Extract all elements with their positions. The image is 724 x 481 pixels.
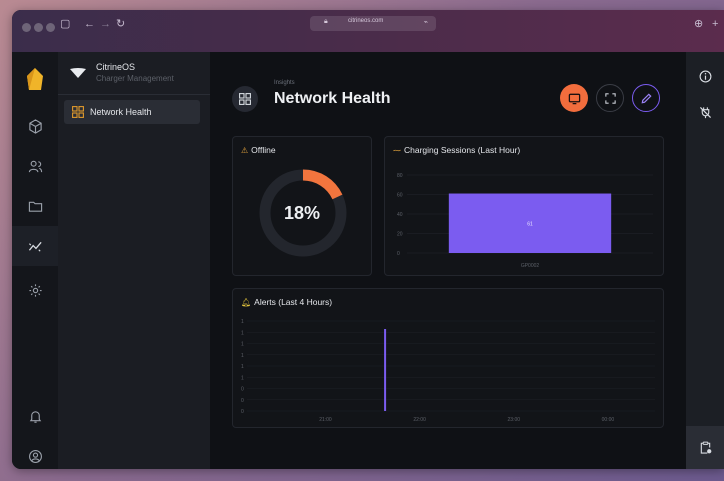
browser-window: ▢ ← → ↻ 🔒︎ citrineos.com ⌁ ⊕ + CitrineOS… <box>12 10 724 469</box>
edit-dashboard-button[interactable] <box>632 84 660 112</box>
alert-spike-bar <box>384 329 387 411</box>
bar-data-label: 61 <box>527 221 533 227</box>
disconnected-chargers-button[interactable] <box>686 94 724 130</box>
citrineos-logo-icon[interactable] <box>26 68 44 92</box>
lock-icon: 🔒︎ <box>324 18 328 25</box>
y-tick-label: 40 <box>397 212 403 218</box>
tv-mode-button[interactable] <box>560 84 588 112</box>
browser-toolbar: ▢ ← → ↻ 🔒︎ citrineos.com ⌁ ⊕ + <box>12 10 724 52</box>
brand-subtitle: Charger Management <box>96 74 174 83</box>
forward-icon[interactable]: → <box>100 18 111 30</box>
rail-item-folder[interactable] <box>12 186 58 226</box>
y-tick-label: 20 <box>397 232 403 238</box>
sidebar-divider <box>58 94 210 95</box>
sidebar: CitrineOS Charger Management Network Hea… <box>58 52 210 469</box>
page-icon <box>232 86 258 112</box>
x-tick-label: GP0002 <box>521 263 540 269</box>
y-tick-label: 1 <box>241 330 244 336</box>
back-icon[interactable]: ← <box>84 18 95 30</box>
rail-item-box[interactable] <box>12 106 58 146</box>
tv-icon <box>568 93 580 104</box>
sidebar-toggle-icon[interactable]: ▢ <box>60 18 70 30</box>
user-avatar-icon <box>28 449 42 463</box>
rail-item-profile[interactable] <box>12 436 58 469</box>
right-rail <box>686 52 724 469</box>
x-tick-label: 00:00 <box>602 417 615 423</box>
dashboard-grid-icon <box>72 106 84 118</box>
x-tick-label: 21:00 <box>319 417 332 423</box>
dashboard-grid-icon <box>239 93 251 105</box>
clipboard-status-icon <box>700 441 711 454</box>
y-tick-label: 80 <box>397 173 403 179</box>
y-tick-label: 0 <box>397 251 400 257</box>
sidebar-item-network-health[interactable]: Network Health <box>64 100 200 124</box>
y-tick-label: 1 <box>241 364 244 370</box>
no-plug-icon <box>699 106 711 118</box>
x-tick-label: 23:00 <box>508 417 521 423</box>
address-bar[interactable]: 🔒︎ citrineos.com ⌁ <box>310 16 436 31</box>
alerts-card: 🔔︎ Alerts (Last 4 Hours) 1 1 1 1 1 1 0 0 0 21:00 22… <box>232 288 664 428</box>
url-text: citrineos.com <box>348 18 384 24</box>
breadcrumb[interactable]: Insights <box>274 80 295 86</box>
info-icon <box>699 70 711 82</box>
y-tick-label: 0 <box>241 387 244 393</box>
y-tick-label: 1 <box>241 342 244 348</box>
y-tick-label: 0 <box>241 398 244 404</box>
charging-sessions-card: ⁓ Charging Sessions (Last Hour) 80 60 40 20 0… <box>384 136 664 276</box>
info-button[interactable] <box>686 58 724 94</box>
window-minimize-dot[interactable] <box>34 23 43 32</box>
y-tick-label: 1 <box>241 319 244 325</box>
sessions-bar-chart: 80 60 40 20 0 61 GP0002 <box>397 173 653 269</box>
share-icon[interactable]: ⌁ <box>424 18 428 26</box>
page-title: Network Health <box>274 90 391 107</box>
rail-item-settings[interactable] <box>12 270 58 310</box>
status-clipboard-button[interactable] <box>686 426 724 469</box>
rail-item-users[interactable] <box>12 146 58 186</box>
window-close-dot[interactable] <box>22 23 31 32</box>
window-maximize-dot[interactable] <box>46 23 55 32</box>
alerts-bar-chart: 1 1 1 1 1 1 0 0 0 21:00 22:00 23:00 00:00 <box>241 319 655 423</box>
y-tick-label: 0 <box>241 409 244 415</box>
fullscreen-button[interactable] <box>596 84 624 112</box>
offline-percentage: 18% <box>283 203 321 223</box>
new-tab-icon[interactable]: + <box>712 18 718 30</box>
box-icon <box>28 118 42 134</box>
y-tick-label: 1 <box>241 375 244 381</box>
y-tick-label: 1 <box>241 353 244 359</box>
users-icon <box>28 160 42 172</box>
wifi-logo-icon <box>70 68 86 78</box>
reload-icon[interactable]: ↻ <box>116 18 125 30</box>
download-icon[interactable]: ⊕ <box>694 18 703 30</box>
edit-pencil-icon <box>641 92 652 103</box>
sidebar-item-label: Network Health <box>90 107 152 117</box>
icon-rail <box>12 52 58 469</box>
rail-item-insights[interactable] <box>12 226 58 266</box>
bell-icon <box>29 410 41 423</box>
y-tick-label: 60 <box>397 193 403 199</box>
fullscreen-icon <box>604 92 616 104</box>
folder-icon <box>28 201 42 212</box>
main-content: Insights Network Health ⚠︎ Offline 18% ⁓ C… <box>210 52 686 469</box>
rail-item-notifications[interactable] <box>12 396 58 436</box>
brand-name: CitrineOS <box>96 62 136 72</box>
offline-card: ⚠︎ Offline 18% <box>232 136 372 276</box>
activity-chart-icon <box>28 241 42 252</box>
settings-gear-icon <box>28 283 42 297</box>
x-tick-label: 22:00 <box>413 417 426 423</box>
